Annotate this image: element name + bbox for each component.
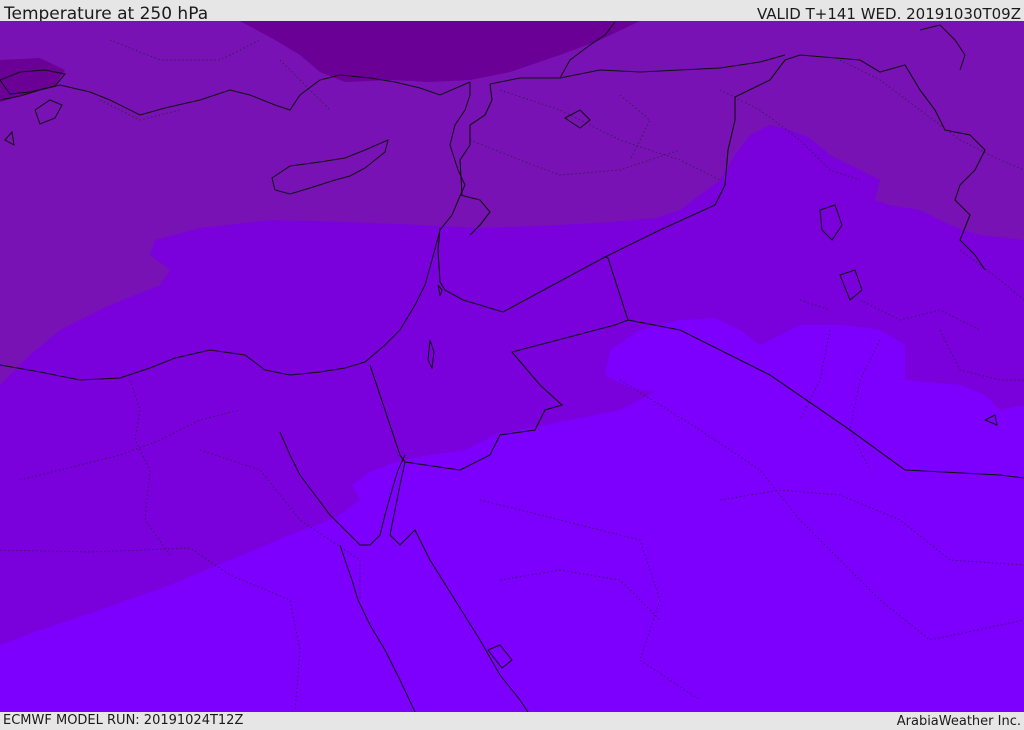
footer-bar: ECMWF MODEL RUN: 20191024T12Z ArabiaWeat…	[0, 712, 1024, 729]
header-bar: Temperature at 250 hPa VALID T+141 WED. …	[0, 0, 1024, 24]
temperature-map[interactable]	[0, 21, 1024, 712]
credit-label: ArabiaWeather Inc.	[896, 714, 1021, 729]
model-run: ECMWF MODEL RUN: 20191024T12Z	[3, 713, 244, 728]
